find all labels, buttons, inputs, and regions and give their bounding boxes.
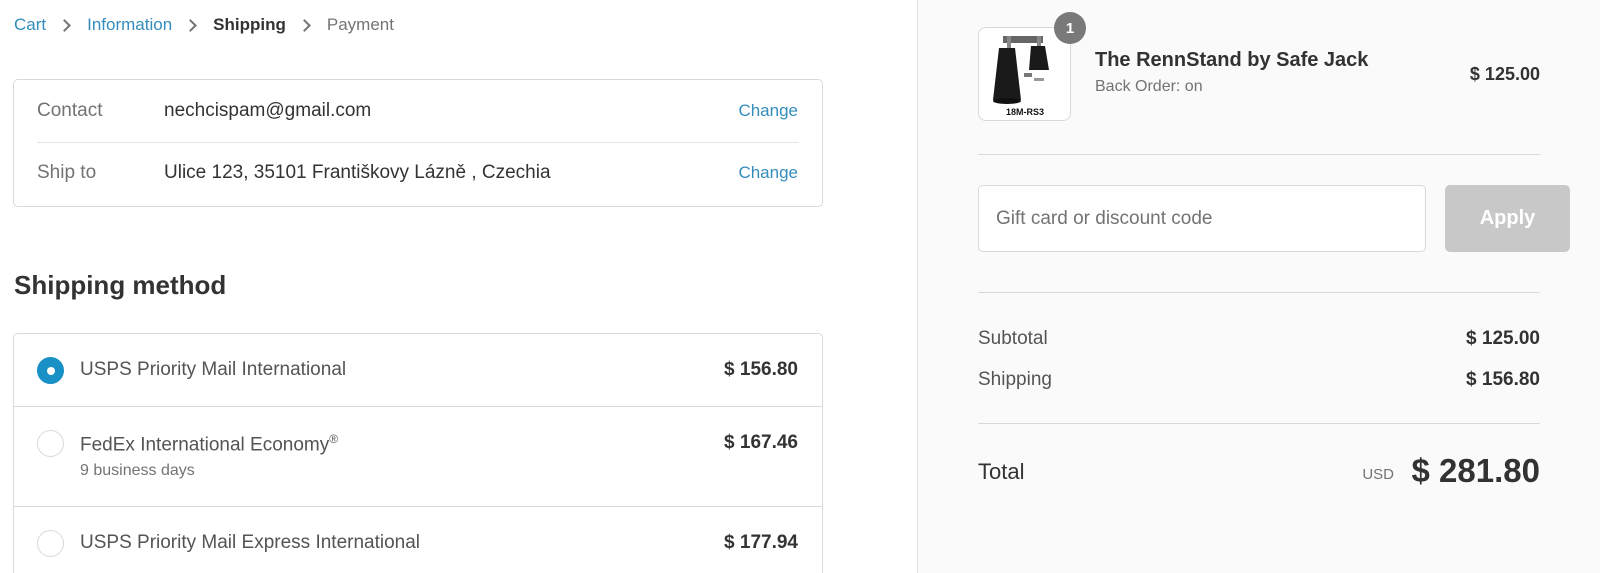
shipping-method-title: Shipping method [14, 270, 227, 300]
ship-to-label: Ship to [37, 162, 97, 183]
ship-to-value: Ulice 123, 35101 Františkovy Lázně , Cze… [164, 162, 551, 183]
shipping-cost-value: $ 156.80 [1466, 369, 1540, 390]
registered-mark: ® [329, 432, 339, 446]
total-currency: USD [1362, 466, 1394, 483]
subtotal-label: Subtotal [978, 328, 1048, 349]
change-address-link[interactable]: Change [738, 163, 798, 183]
product-name: The RennStand by Safe Jack [1095, 49, 1369, 71]
breadcrumb-payment: Payment [326, 15, 394, 34]
shipping-option-name: USPS Priority Mail Express International [80, 532, 421, 553]
main-content: Cart Information Shipping Payment Contac… [0, 0, 917, 573]
shipping-option-name-wrap: FedEx International Economy® [80, 432, 338, 456]
breadcrumb-cart[interactable]: Cart [14, 15, 46, 35]
divider [978, 154, 1540, 155]
radio-button[interactable] [37, 430, 64, 457]
chevron-right-icon [184, 18, 198, 32]
product-variant: Back Order: on [1095, 78, 1203, 95]
discount-code-input[interactable] [978, 185, 1426, 252]
contact-value: nechcispam@gmail.com [164, 100, 372, 121]
shipping-option-usps-express[interactable]: USPS Priority Mail Express International… [14, 507, 822, 573]
breadcrumb: Cart Information Shipping Payment [14, 15, 394, 35]
radio-button[interactable] [37, 530, 64, 557]
breadcrumb-information[interactable]: Information [87, 15, 172, 35]
product-thumbnail: 18M-RS3 1 [978, 12, 1086, 121]
review-block: Contact nechcispam@gmail.com Change Ship… [13, 79, 823, 207]
product-image-caption: 18M-RS3 [1006, 107, 1044, 117]
ship-to-row: Ship to Ulice 123, 35101 Františkovy Láz… [14, 142, 822, 204]
subtotal-value: $ 125.00 [1466, 328, 1540, 349]
shipping-option-fedex-economy[interactable]: FedEx International Economy® 9 business … [14, 407, 822, 507]
contact-row: Contact nechcispam@gmail.com Change [14, 80, 822, 142]
shipping-cost-label: Shipping [978, 369, 1052, 390]
shipping-option-price: $ 167.46 [724, 432, 798, 453]
contact-label: Contact [37, 100, 103, 121]
shipping-option-usps-priority[interactable]: USPS Priority Mail International $ 156.8… [14, 334, 822, 407]
change-contact-link[interactable]: Change [738, 101, 798, 121]
radio-button-selected[interactable] [37, 357, 64, 384]
shipping-option-name: FedEx International Economy [80, 434, 330, 456]
shipping-option-name: USPS Priority Mail International [80, 359, 347, 380]
apply-discount-button[interactable]: Apply [1445, 185, 1570, 252]
divider [978, 292, 1540, 293]
chevron-right-icon [298, 18, 311, 32]
divider [978, 423, 1540, 424]
shipping-options: USPS Priority Mail International $ 156.8… [13, 333, 823, 573]
total-label: Total [978, 459, 1025, 484]
order-summary-sidebar: 18M-RS3 1 The RennStand by Safe Jack Bac… [917, 0, 1600, 573]
chevron-right-icon [58, 18, 71, 32]
quantity-badge: 1 [1054, 12, 1086, 44]
shipping-option-price: $ 156.80 [724, 359, 798, 380]
total-value: $ 281.80 [1411, 452, 1540, 489]
product-price: $ 125.00 [1469, 64, 1540, 84]
shipping-option-price: $ 177.94 [724, 532, 798, 553]
jack-stand-image: 18M-RS3 [993, 36, 1049, 117]
breadcrumb-shipping: Shipping [213, 15, 286, 34]
shipping-option-delivery-time: 9 business days [80, 462, 195, 479]
